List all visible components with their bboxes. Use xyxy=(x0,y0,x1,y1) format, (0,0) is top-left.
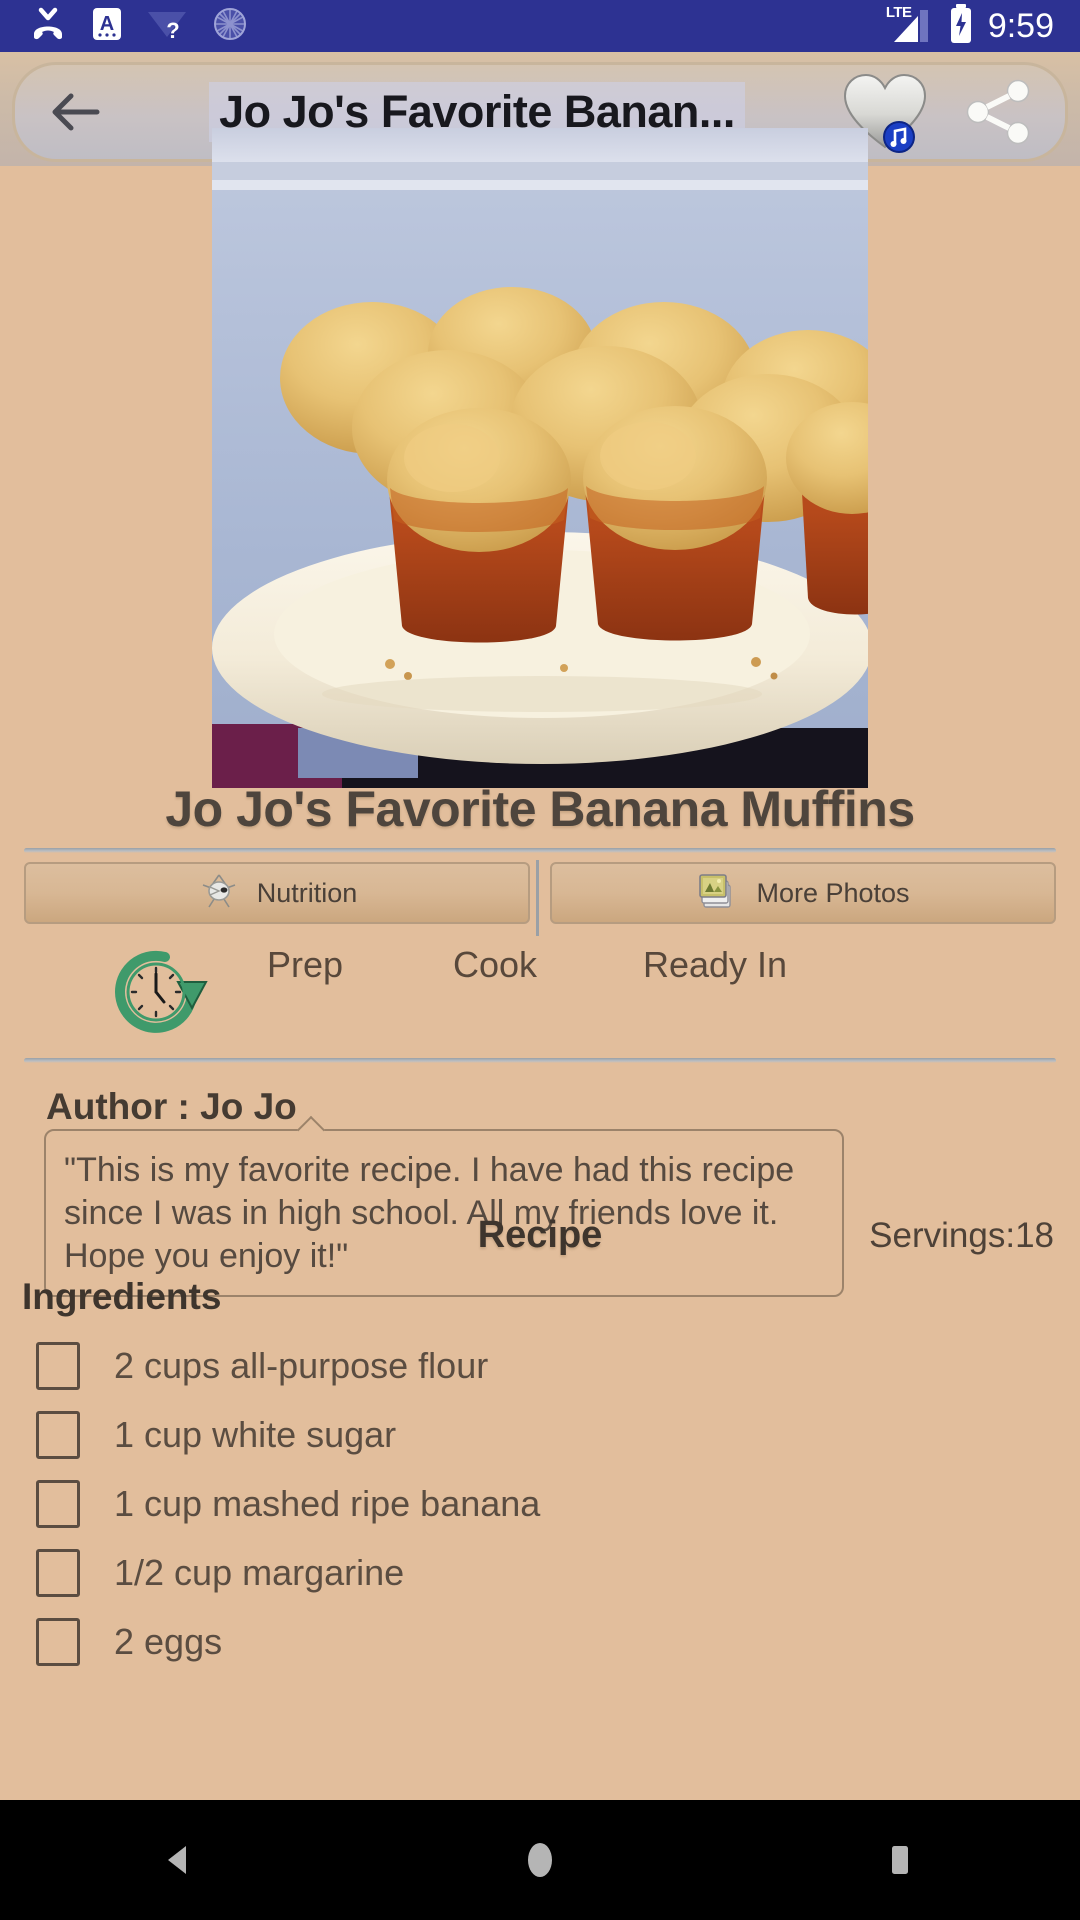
ingredient-checkbox[interactable] xyxy=(36,1341,80,1390)
status-bar-left-icons: A ? xyxy=(0,4,250,49)
svg-text:A: A xyxy=(100,13,114,35)
ingredient-text: 1/2 cup margarine xyxy=(114,1551,405,1593)
more-photos-label: More Photos xyxy=(756,877,910,908)
ready-in-label: Ready In xyxy=(642,944,788,985)
more-photos-button[interactable]: More Photos xyxy=(550,862,1056,924)
ingredient-text: 2 eggs xyxy=(114,1620,223,1662)
share-button[interactable] xyxy=(939,62,1059,162)
ingredient-text: 1 cup white sugar xyxy=(114,1413,397,1455)
nutrition-button[interactable]: Nutrition xyxy=(24,862,530,924)
recipe-header-row: Recipe Servings:18 xyxy=(0,1214,1080,1274)
phone-screen: A ? LTE 9:59 Jo Jo's Favorite Banan... J… xyxy=(0,0,1080,1920)
photos-stack-icon xyxy=(696,869,740,918)
cook-label: Cook xyxy=(452,944,538,985)
ingredient-checkbox[interactable] xyxy=(36,1410,80,1459)
timing-row: Prep Cook Ready In xyxy=(0,944,1080,1034)
ingredient-checkbox[interactable] xyxy=(36,1479,80,1528)
list-item[interactable]: 2 cups all-purpose flour xyxy=(22,1331,1052,1400)
divider-top xyxy=(24,848,1056,853)
sync-spinner-icon xyxy=(210,4,250,49)
network-type-label: LTE xyxy=(885,4,912,21)
nav-recents-button[interactable] xyxy=(820,1800,980,1920)
svg-text:?: ? xyxy=(166,18,179,43)
ingredient-text: 1 cup mashed ripe banana xyxy=(114,1482,541,1524)
quote-pointer xyxy=(296,1115,326,1145)
author-label: Author : Jo Jo xyxy=(46,1086,297,1127)
ingredient-text: 2 cups all-purpose flour xyxy=(114,1344,489,1386)
wifi-question-icon: ? xyxy=(146,4,188,49)
list-item[interactable]: 2 eggs xyxy=(22,1607,1052,1676)
back-button[interactable] xyxy=(27,64,123,160)
status-bar: A ? LTE 9:59 xyxy=(0,0,1080,52)
list-item[interactable]: 1/2 cup margarine xyxy=(22,1538,1052,1607)
button-spacer xyxy=(530,862,550,924)
recipe-title: Jo Jo's Favorite Banana Muffins xyxy=(165,781,915,837)
status-bar-clock: 9:59 xyxy=(987,7,1054,45)
nutrition-label: Nutrition xyxy=(256,877,358,908)
status-bar-right-icons: LTE 9:59 xyxy=(885,3,1080,50)
ready-in-column: Ready In xyxy=(585,944,845,992)
list-item[interactable]: 1 cup mashed ripe banana xyxy=(22,1469,1052,1538)
prep-label: Prep xyxy=(266,944,344,985)
ingredients-list: 2 cups all-purpose flour 1 cup white sug… xyxy=(22,1331,1052,1676)
divider-recipe xyxy=(24,1058,1056,1063)
cook-column: Cook xyxy=(400,944,590,992)
ingredient-checkbox[interactable] xyxy=(36,1617,80,1666)
ingredients-header: Ingredients xyxy=(22,1276,222,1317)
list-item[interactable]: 1 cup white sugar xyxy=(22,1400,1052,1469)
clock-arrow-icon xyxy=(110,946,220,1043)
battery-charging-icon xyxy=(948,3,974,50)
nav-home-button[interactable] xyxy=(460,1800,620,1920)
servings-value: Servings:18 xyxy=(869,1216,1054,1255)
recipe-hero-photo[interactable] xyxy=(212,128,868,788)
signal-bars-icon: LTE xyxy=(885,4,934,46)
system-navigation-bar xyxy=(0,1800,1080,1920)
button-row-vertical-divider xyxy=(536,860,539,936)
nutrition-icon xyxy=(197,869,241,918)
nav-back-button[interactable] xyxy=(100,1800,260,1920)
missed-call-icon xyxy=(28,4,68,49)
keyboard-language-icon: A xyxy=(90,4,124,49)
prep-column: Prep xyxy=(210,944,400,992)
ingredient-checkbox[interactable] xyxy=(36,1548,80,1597)
action-button-row: Nutrition More Photos xyxy=(24,862,1056,924)
